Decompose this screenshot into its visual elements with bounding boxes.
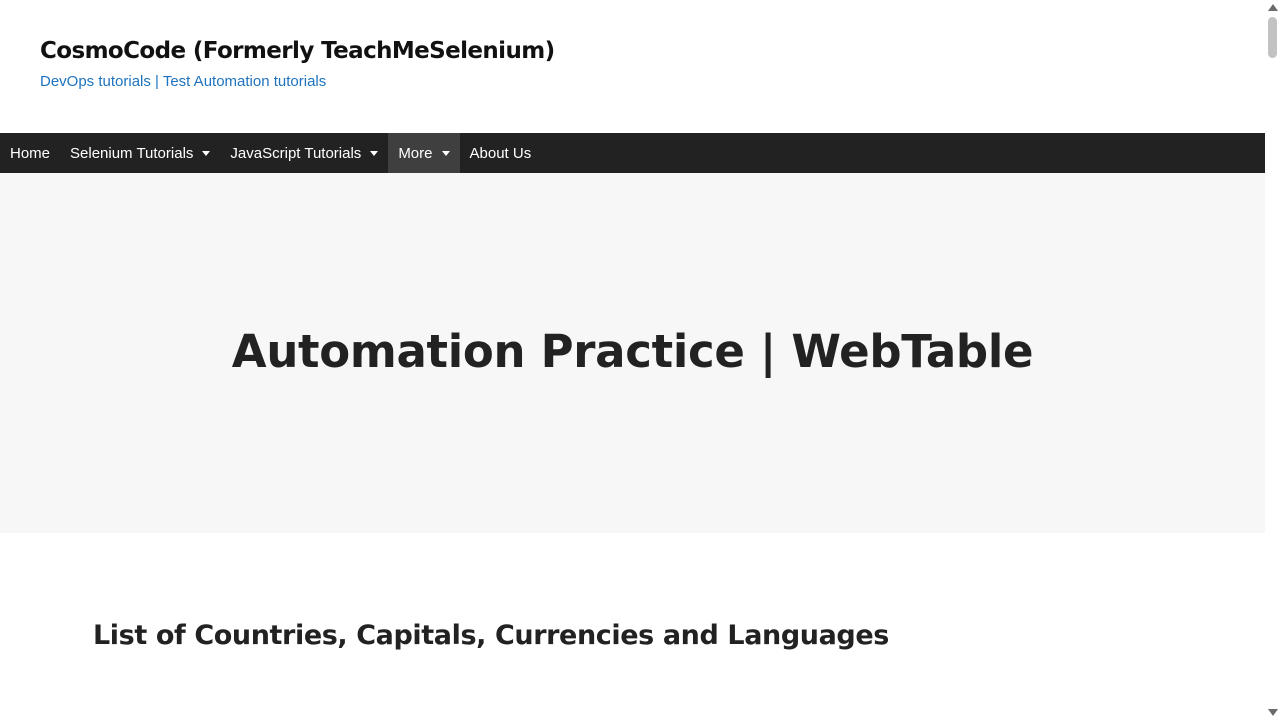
site-title-link[interactable]: CosmoCode (Formerly TeachMeSelenium) (40, 38, 555, 64)
nav-item-label: JavaScript Tutorials (230, 144, 362, 162)
nav-item-label: Selenium Tutorials (70, 144, 194, 162)
site-tagline: DevOps tutorials | Test Automation tutor… (40, 73, 327, 90)
nav-item-label: About Us (469, 144, 532, 162)
nav-item-about-us[interactable]: About Us (460, 133, 542, 173)
nav-item-label: More (398, 144, 433, 162)
scrollbar-thumb[interactable] (1268, 17, 1277, 58)
caret-down-icon (202, 150, 211, 156)
arrow-up-icon[interactable] (1268, 4, 1278, 11)
caret-down-icon (370, 150, 379, 156)
main-navigation: Home Selenium Tutorials JavaScript Tutor… (0, 133, 1265, 173)
nav-item-label: Home (10, 144, 51, 162)
nav-item-selenium-tutorials[interactable]: Selenium Tutorials (60, 133, 220, 173)
page: CosmoCode (Formerly TeachMeSelenium) Dev… (0, 0, 1265, 720)
nav-item-home[interactable]: Home (0, 133, 60, 173)
arrow-down-icon[interactable] (1268, 709, 1278, 716)
vertical-scrollbar[interactable] (1265, 0, 1280, 720)
page-hero: Automation Practice | WebTable (0, 173, 1265, 533)
page-title: Automation Practice | WebTable (231, 324, 1034, 378)
nav-item-javascript-tutorials[interactable]: JavaScript Tutorials (220, 133, 388, 173)
caret-down-icon (441, 150, 450, 156)
site-header: CosmoCode (Formerly TeachMeSelenium) Dev… (0, 0, 1265, 133)
nav-item-more[interactable]: More (388, 133, 460, 173)
section-heading: List of Countries, Capitals, Currencies … (93, 620, 889, 651)
